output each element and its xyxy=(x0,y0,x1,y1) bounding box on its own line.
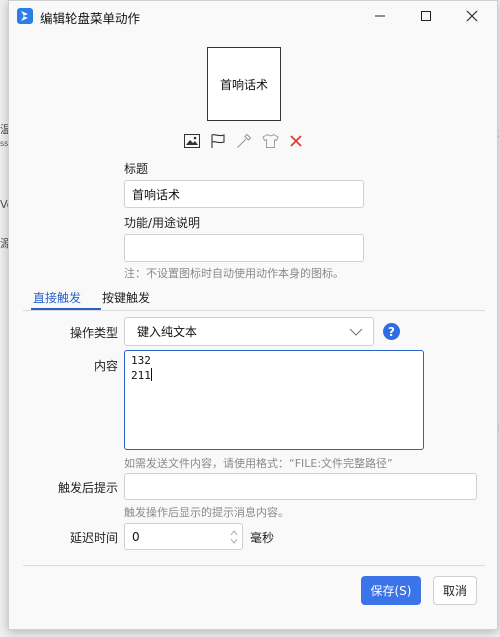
minimize-icon xyxy=(375,15,385,17)
tab-direct-trigger[interactable]: 直接触发 xyxy=(33,289,81,306)
delete-button[interactable] xyxy=(287,132,305,150)
title-input-value: 首响话术 xyxy=(132,187,181,202)
icon-note: 注：不设置图标时自动使用动作本身的图标。 xyxy=(124,267,344,280)
maximize-icon xyxy=(421,11,431,21)
close-button[interactable] xyxy=(449,1,495,31)
after-hint-input[interactable] xyxy=(124,473,477,500)
action-type-value: 键入纯文本 xyxy=(137,325,198,339)
maximize-button[interactable] xyxy=(403,1,449,31)
dialog-window: 编辑轮盘菜单动作 首响话术 标题 首响话术 功能/用途说明 注：不设置图标时自动… xyxy=(8,0,498,630)
shirt-button[interactable] xyxy=(261,132,279,150)
image-icon xyxy=(184,134,200,148)
tab-hotkey-trigger[interactable]: 按键触发 xyxy=(102,289,150,306)
content-hint: 如需发送文件内容，请使用格式：“FILE:文件完整路径” xyxy=(124,457,393,470)
chevron-down-icon xyxy=(349,328,363,336)
action-type-label: 操作类型 xyxy=(69,326,118,340)
delay-stepper[interactable]: 0 xyxy=(124,523,243,550)
shirt-icon xyxy=(261,133,279,148)
icon-preview[interactable]: 首响话术 xyxy=(207,47,281,121)
title-input[interactable]: 首响话术 xyxy=(124,180,364,208)
description-input[interactable] xyxy=(124,234,364,262)
title-label: 标题 xyxy=(124,162,149,176)
help-icon[interactable]: ? xyxy=(383,323,400,340)
flag-icon xyxy=(211,134,225,148)
delay-label: 延迟时间 xyxy=(69,531,118,545)
description-label: 功能/用途说明 xyxy=(124,216,201,230)
content-label: 内容 xyxy=(93,359,118,373)
eyedropper-icon xyxy=(237,133,252,148)
title-bar[interactable]: 编辑轮盘菜单动作 xyxy=(9,1,497,31)
save-button-label: 保存(S) xyxy=(370,584,412,598)
action-type-select[interactable]: 键入纯文本 xyxy=(124,317,374,346)
minimize-button[interactable] xyxy=(357,1,403,31)
after-hint-note: 触发操作后显示的提示消息内容。 xyxy=(124,506,289,519)
content-line: 211 xyxy=(131,368,152,382)
delete-icon xyxy=(290,135,302,147)
cancel-button-label: 取消 xyxy=(442,584,467,598)
text-caret xyxy=(150,368,152,381)
footer-divider xyxy=(23,565,485,566)
save-button[interactable]: 保存(S) xyxy=(361,576,421,605)
eyedropper-button[interactable] xyxy=(235,132,253,150)
flag-button[interactable] xyxy=(209,132,227,150)
close-icon xyxy=(466,10,478,22)
spinner-arrows-icon[interactable] xyxy=(230,529,238,545)
app-logo-icon xyxy=(17,8,33,24)
icon-preview-text: 首响话术 xyxy=(219,77,268,92)
content-line: 132 xyxy=(131,354,151,367)
cancel-button[interactable]: 取消 xyxy=(433,576,477,605)
tab-divider xyxy=(23,310,485,311)
delay-value: 0 xyxy=(132,529,140,544)
content-textarea[interactable]: 132 211 xyxy=(124,350,424,450)
image-button[interactable] xyxy=(183,132,201,150)
window-title: 编辑轮盘菜单动作 xyxy=(40,11,141,26)
after-hint-label: 触发后提示 xyxy=(57,481,118,495)
delay-unit: 毫秒 xyxy=(250,531,275,545)
